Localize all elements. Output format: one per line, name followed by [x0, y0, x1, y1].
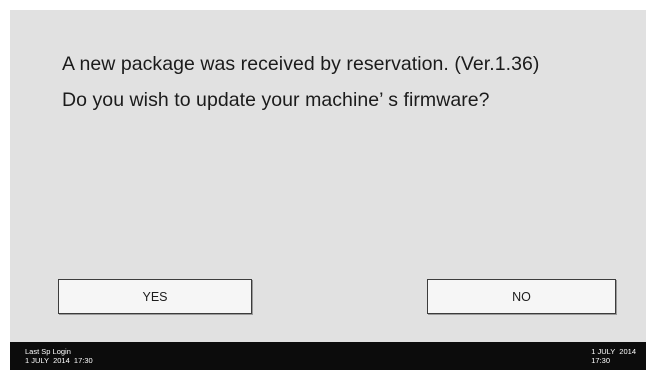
last-login-info: Last Sp Login 1 JULY 2014 17:30 [25, 347, 93, 365]
last-login-label: Last Sp Login [25, 347, 71, 356]
dialog-message: A new package was received by reservatio… [62, 46, 622, 118]
last-login-datetime: 1 JULY 2014 17:30 [25, 356, 93, 365]
current-time: 17:30 [591, 356, 611, 365]
message-line-package: A new package was received by reservatio… [62, 53, 540, 75]
no-button[interactable]: NO [427, 279, 616, 314]
yes-button[interactable]: YES [58, 279, 252, 314]
current-date: 1 JULY 2014 [591, 347, 636, 356]
firmware-update-dialog: A new package was received by reservatio… [10, 10, 646, 342]
current-datetime: 1 JULY 2014 17:30 [591, 347, 636, 365]
status-bar: Last Sp Login 1 JULY 2014 17:30 1 JULY 2… [10, 342, 646, 370]
message-line-question: Do you wish to update your machine’ s fi… [62, 89, 490, 111]
